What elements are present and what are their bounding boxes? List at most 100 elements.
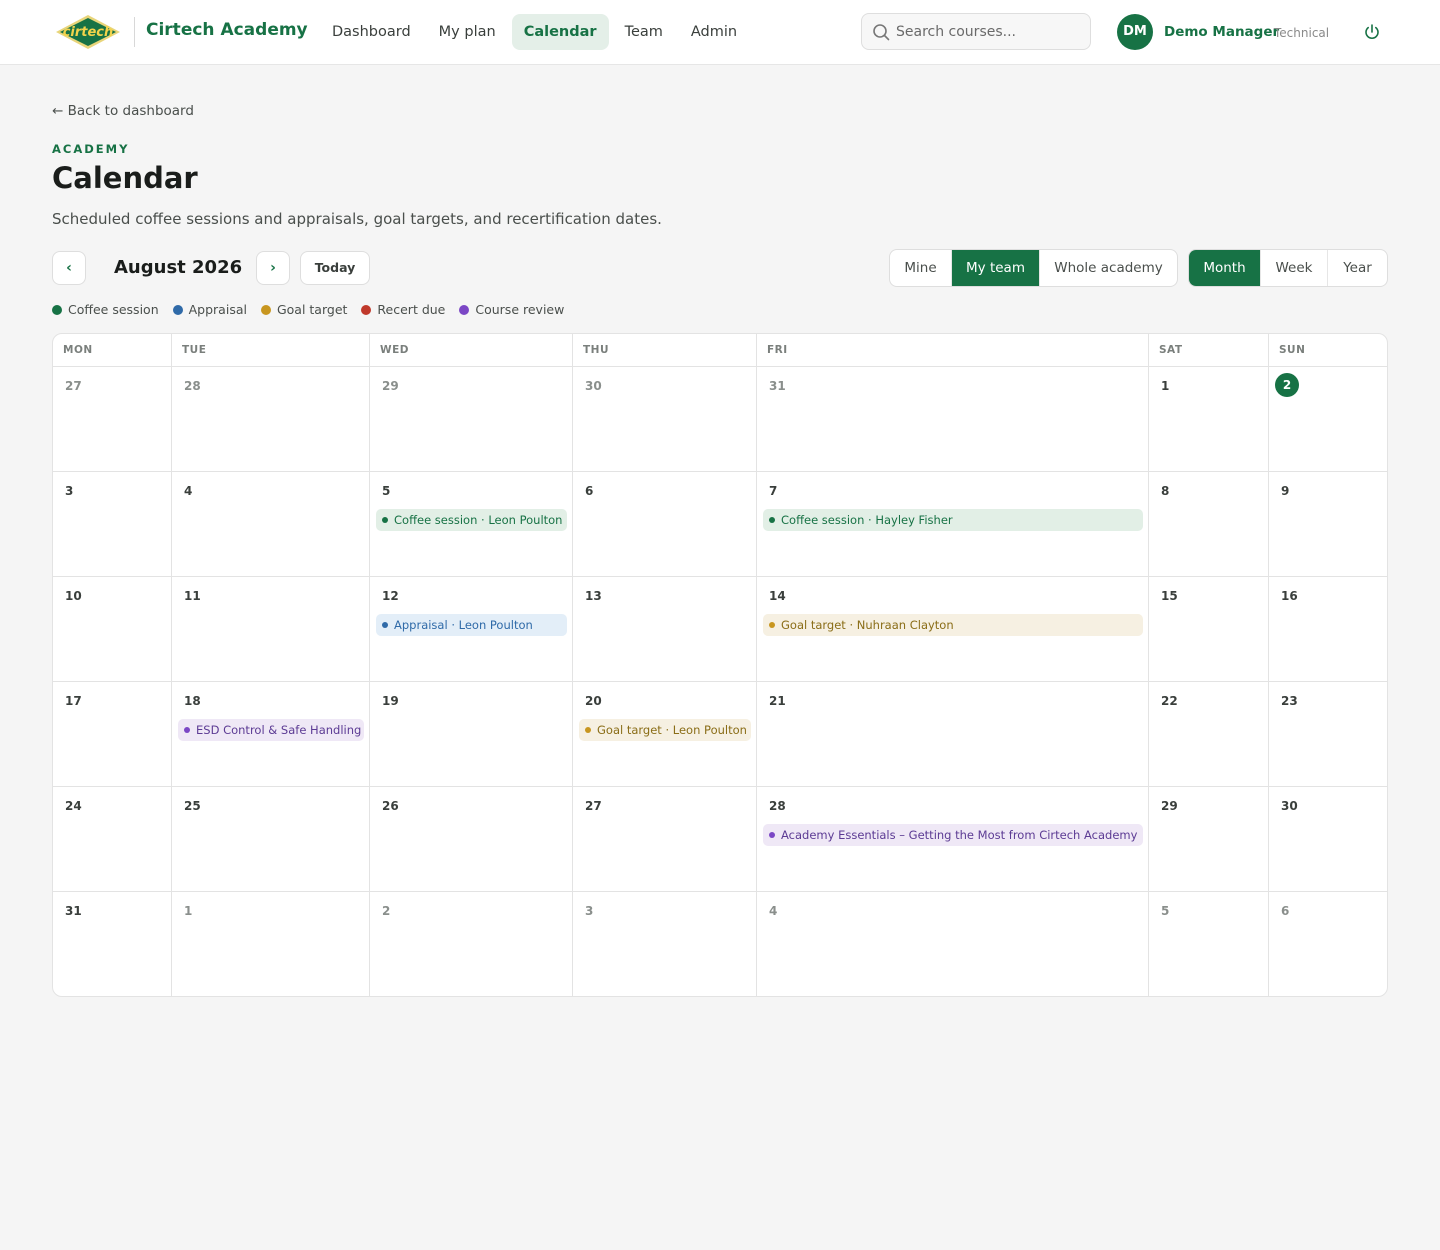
day-cell[interactable]: 6: [1269, 892, 1387, 996]
day-number: 6: [585, 484, 594, 498]
nav-my-plan[interactable]: My plan: [427, 14, 508, 50]
day-cell[interactable]: 31: [757, 367, 1149, 472]
day-cell[interactable]: 11: [172, 577, 370, 682]
search-box: [861, 13, 1091, 50]
nav-calendar[interactable]: Calendar: [511, 14, 609, 50]
day-number: 13: [585, 589, 602, 603]
back-to-dashboard-link[interactable]: ← Back to dashboard: [52, 103, 194, 119]
day-number: 17: [65, 694, 82, 708]
day-cell[interactable]: 20 Goal target · Leon Poulton: [573, 682, 757, 787]
brand-name[interactable]: Cirtech Academy: [146, 20, 308, 40]
day-cell[interactable]: 9: [1269, 472, 1387, 577]
day-number: 27: [585, 799, 602, 813]
day-cell[interactable]: 5: [1149, 892, 1269, 996]
day-cell[interactable]: 4: [172, 472, 370, 577]
day-cell[interactable]: 21: [757, 682, 1149, 787]
calendar-grid: MON TUE WED THU FRI SAT SUN 27 28 29 30 31 1 2 3 4 5 Cof…: [52, 333, 1388, 997]
nav-dashboard[interactable]: Dashboard: [320, 14, 423, 50]
page-subtitle: Scheduled coffee sessions and appraisals…: [52, 210, 662, 228]
legend-dot-icon: [459, 304, 470, 315]
day-cell[interactable]: 4: [757, 892, 1149, 996]
day-number: 22: [1161, 694, 1178, 708]
calendar-event-coffee[interactable]: Coffee session · Hayley Fisher: [763, 509, 1143, 531]
day-cell[interactable]: 2: [370, 892, 573, 996]
scope-whole-academy[interactable]: Whole academy: [1040, 250, 1177, 286]
day-number: 1: [1161, 379, 1170, 393]
day-cell[interactable]: 23: [1269, 682, 1387, 787]
power-icon[interactable]: [1362, 22, 1382, 42]
day-cell[interactable]: 5 Coffee session · Leon Poulton: [370, 472, 573, 577]
day-cell[interactable]: 18 ESD Control & Safe Handling: [172, 682, 370, 787]
day-cell[interactable]: 17: [53, 682, 172, 787]
day-number: 25: [184, 799, 201, 813]
logo-text: cirtech: [63, 25, 114, 40]
day-cell[interactable]: 29: [370, 367, 573, 472]
cirtech-logo[interactable]: cirtech: [52, 12, 124, 52]
day-cell[interactable]: 13: [573, 577, 757, 682]
next-month-button[interactable]: ›: [256, 251, 290, 285]
legend-dot-icon: [172, 304, 183, 315]
prev-month-button[interactable]: ‹: [52, 251, 86, 285]
view-month[interactable]: Month: [1189, 250, 1261, 286]
scope-mine[interactable]: Mine: [890, 250, 952, 286]
section-eyebrow: ACADEMY: [52, 142, 130, 156]
event-dot-icon: [769, 832, 775, 838]
calendar-event-review[interactable]: Academy Essentials – Getting the Most fr…: [763, 824, 1143, 846]
day-cell[interactable]: 27: [573, 787, 757, 892]
nav-team[interactable]: Team: [613, 14, 675, 50]
day-cell[interactable]: 24: [53, 787, 172, 892]
day-number: 16: [1281, 589, 1298, 603]
day-cell[interactable]: 1: [1149, 367, 1269, 472]
day-number: 4: [769, 904, 778, 918]
day-cell[interactable]: 8: [1149, 472, 1269, 577]
day-number: 6: [1281, 904, 1290, 918]
day-cell[interactable]: 7 Coffee session · Hayley Fisher: [757, 472, 1149, 577]
search-input[interactable]: [896, 14, 1086, 49]
view-year[interactable]: Year: [1328, 250, 1387, 286]
view-week[interactable]: Week: [1261, 250, 1328, 286]
calendar-event-goal[interactable]: Goal target · Nuhraan Clayton: [763, 614, 1143, 636]
day-number: 23: [1281, 694, 1298, 708]
page-title: Calendar: [52, 161, 198, 195]
day-cell[interactable]: 1: [172, 892, 370, 996]
day-cell[interactable]: 2: [1269, 367, 1387, 472]
avatar[interactable]: DM: [1117, 14, 1153, 50]
day-cell[interactable]: 30: [573, 367, 757, 472]
day-cell[interactable]: 29: [1149, 787, 1269, 892]
calendar-event-appraisal[interactable]: Appraisal · Leon Poulton: [376, 614, 567, 636]
day-number: 9: [1281, 484, 1290, 498]
day-cell[interactable]: 27: [53, 367, 172, 472]
day-cell[interactable]: 14 Goal target · Nuhraan Clayton: [757, 577, 1149, 682]
day-cell[interactable]: 30: [1269, 787, 1387, 892]
day-cell[interactable]: 22: [1149, 682, 1269, 787]
weekday-sun: SUN: [1279, 344, 1306, 356]
calendar-event-review[interactable]: ESD Control & Safe Handling: [178, 719, 364, 741]
day-cell[interactable]: 12 Appraisal · Leon Poulton: [370, 577, 573, 682]
calendar-event-coffee[interactable]: Coffee session · Leon Poulton: [376, 509, 567, 531]
day-cell[interactable]: 16: [1269, 577, 1387, 682]
user-name[interactable]: Demo Manager: [1164, 24, 1279, 40]
day-cell[interactable]: 3: [53, 472, 172, 577]
day-number: 31: [769, 379, 786, 393]
day-number: 1: [184, 904, 193, 918]
event-label: ESD Control & Safe Handling: [196, 723, 362, 737]
day-number: 29: [1161, 799, 1178, 813]
calendar-event-goal[interactable]: Goal target · Leon Poulton: [579, 719, 751, 741]
day-cell[interactable]: 28 Academy Essentials – Getting the Most …: [757, 787, 1149, 892]
day-cell[interactable]: 19: [370, 682, 573, 787]
today-button[interactable]: Today: [300, 251, 370, 285]
scope-my-team[interactable]: My team: [952, 250, 1040, 286]
day-number: 30: [585, 379, 602, 393]
day-cell[interactable]: 6: [573, 472, 757, 577]
nav-admin[interactable]: Admin: [679, 14, 749, 50]
day-number: 7: [769, 484, 778, 498]
day-cell[interactable]: 28: [172, 367, 370, 472]
day-cell[interactable]: 31: [53, 892, 172, 996]
day-cell[interactable]: 25: [172, 787, 370, 892]
day-cell[interactable]: 3: [573, 892, 757, 996]
day-cell[interactable]: 26: [370, 787, 573, 892]
legend-item: Recert due: [361, 302, 445, 317]
day-number: 27: [65, 379, 82, 393]
day-cell[interactable]: 10: [53, 577, 172, 682]
day-cell[interactable]: 15: [1149, 577, 1269, 682]
